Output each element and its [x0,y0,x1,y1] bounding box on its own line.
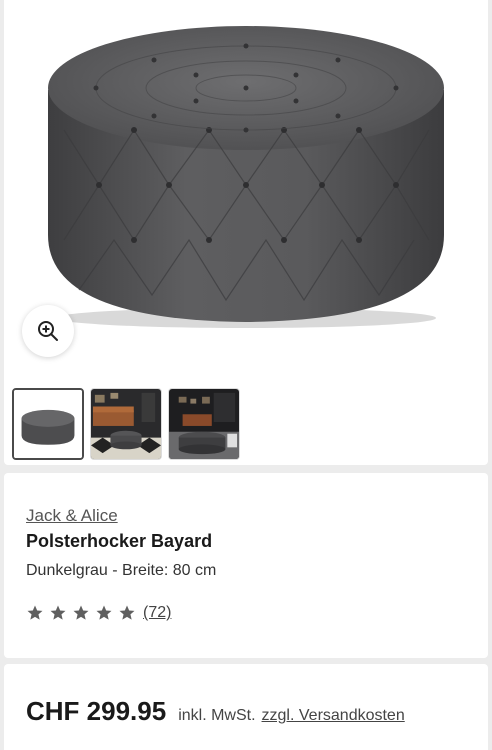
living-room-thumbnail-image [91,389,161,459]
thumbnail-product[interactable] [12,388,84,460]
zoom-button[interactable] [22,305,74,357]
star-icon [119,605,135,620]
price: CHF 299.95 [26,696,167,726]
product-variant: Dunkelgrau - Breite: 80 cm [26,562,217,579]
product-title: Polsterhocker Bayard [26,531,213,551]
product-gallery [4,0,488,465]
star-icon [73,605,89,620]
thumbnail-room-2[interactable] [168,388,240,460]
living-room-thumbnail-image-2 [169,389,239,459]
star-icon [50,605,66,620]
product-main-image[interactable] [4,0,488,380]
ottoman-thumbnail-image [14,390,82,458]
price-section: CHF 299.95 inkl. MwSt. zzgl. Versandkost… [4,664,488,750]
zoom-in-icon [38,321,58,341]
thumbnail-strip [12,388,240,460]
star-icon [96,605,112,620]
shipping-costs-link[interactable]: zzgl. Versandkosten [262,707,405,725]
star-icon [27,605,43,620]
thumbnail-room-1[interactable] [90,388,162,460]
product-info: Jack & Alice Polsterhocker Bayard Dunkel… [4,473,488,658]
brand-link[interactable]: Jack & Alice [26,506,118,526]
rating[interactable]: (72) [26,604,171,622]
price-row: CHF 299.95 inkl. MwSt. zzgl. Versandkost… [26,696,405,727]
tax-note: inkl. MwSt. [178,707,256,724]
review-count-link[interactable]: (72) [143,604,171,622]
